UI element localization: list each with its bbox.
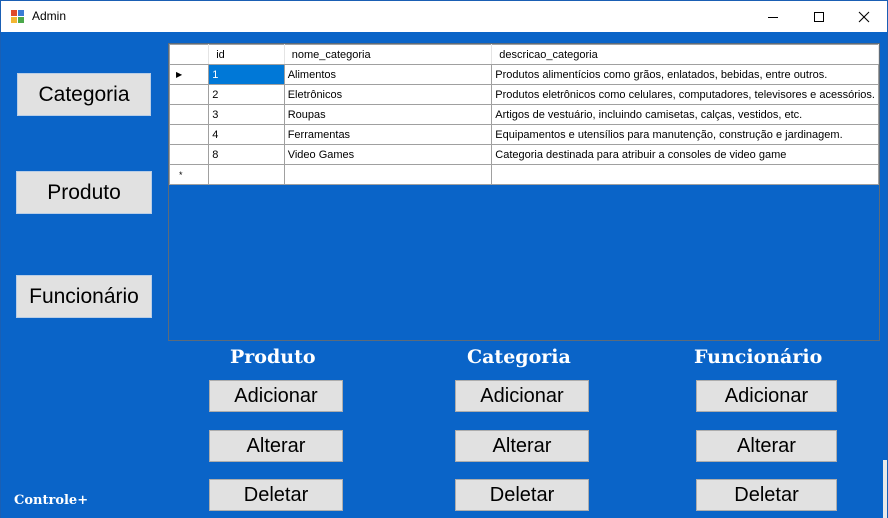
produto-nav-button[interactable]: Produto (16, 171, 152, 214)
title-bar[interactable]: Admin (1, 1, 887, 32)
categoria-adicionar-button[interactable]: Adicionar (455, 380, 589, 412)
brand-label: Controle+ (14, 493, 89, 508)
minimize-icon (768, 16, 778, 18)
cell-nome-categoria[interactable]: Ferramentas (283, 124, 493, 145)
new-cell-descricao-categoria[interactable] (491, 164, 879, 185)
cell-id[interactable]: 3 (208, 104, 285, 125)
categoria-deletar-button[interactable]: Deletar (455, 479, 589, 511)
column-header-id[interactable]: id (208, 44, 285, 65)
funcionario-section-title: Funcionário (694, 346, 823, 368)
close-icon (858, 11, 870, 22)
app-icon (11, 10, 25, 23)
produto-adicionar-button[interactable]: Adicionar (209, 380, 343, 412)
cell-descricao-categoria[interactable]: Produtos eletrônicos como celulares, com… (491, 84, 879, 105)
row-header[interactable] (168, 104, 210, 125)
cell-nome-categoria[interactable]: Roupas (283, 104, 493, 125)
grid-table[interactable]: id nome_categoria descricao_categoria ▶ … (168, 44, 879, 185)
funcionario-adicionar-button[interactable]: Adicionar (696, 380, 837, 412)
new-row-asterisk-icon[interactable]: * (168, 164, 210, 185)
cell-id[interactable]: 1 (208, 64, 285, 85)
cell-nome-categoria[interactable]: Video Games (283, 144, 493, 165)
table-row[interactable]: ▶ 1 Alimentos Produtos alimentícios como… (168, 64, 879, 85)
window-title: Admin (32, 9, 67, 23)
grid-corner-header[interactable] (168, 44, 210, 65)
cell-nome-categoria[interactable]: Eletrônicos (283, 84, 493, 105)
table-row[interactable]: 8 Video Games Categoria destinada para a… (168, 144, 879, 165)
grid-header-row: id nome_categoria descricao_categoria (168, 44, 879, 65)
row-header[interactable] (168, 84, 210, 105)
admin-window: Admin Categoria Produto Funcionário id n… (0, 0, 888, 518)
table-row[interactable]: 3 Roupas Artigos de vestuário, incluindo… (168, 104, 879, 125)
cell-descricao-categoria[interactable]: Produtos alimentícios como grãos, enlata… (491, 64, 879, 85)
minimize-button[interactable] (750, 1, 796, 32)
cell-nome-categoria[interactable]: Alimentos (283, 64, 493, 85)
categoria-data-grid[interactable]: id nome_categoria descricao_categoria ▶ … (168, 43, 880, 341)
funcionario-alterar-button[interactable]: Alterar (696, 430, 837, 462)
funcionario-nav-button[interactable]: Funcionário (16, 275, 152, 318)
produto-alterar-button[interactable]: Alterar (209, 430, 343, 462)
maximize-icon (814, 11, 824, 22)
categoria-nav-button[interactable]: Categoria (17, 73, 151, 116)
new-cell-id[interactable] (208, 164, 285, 185)
close-button[interactable] (841, 1, 887, 32)
produto-section-title: Produto (230, 346, 316, 368)
table-row[interactable]: 2 Eletrônicos Produtos eletrônicos como … (168, 84, 879, 105)
categoria-alterar-button[interactable]: Alterar (455, 430, 589, 462)
new-cell-nome-categoria[interactable] (283, 164, 493, 185)
row-header[interactable] (168, 124, 210, 145)
cell-descricao-categoria[interactable]: Equipamentos e utensílios para manutençã… (491, 124, 879, 145)
client-area: Categoria Produto Funcionário id nome_ca… (1, 32, 887, 518)
cell-descricao-categoria[interactable]: Artigos de vestuário, incluindo camiseta… (491, 104, 879, 125)
produto-deletar-button[interactable]: Deletar (209, 479, 343, 511)
column-header-descricao-categoria[interactable]: descricao_categoria (491, 44, 879, 65)
cell-id[interactable]: 4 (208, 124, 285, 145)
cell-id[interactable]: 2 (208, 84, 285, 105)
funcionario-deletar-button[interactable]: Deletar (696, 479, 837, 511)
maximize-button[interactable] (796, 1, 842, 32)
categoria-section-title: Categoria (467, 346, 571, 368)
window-edge-strip (883, 460, 887, 518)
column-header-nome-categoria[interactable]: nome_categoria (283, 44, 493, 65)
cell-id[interactable]: 8 (208, 144, 285, 165)
current-row-indicator-icon[interactable]: ▶ (168, 64, 210, 85)
new-row[interactable]: * (168, 164, 879, 185)
cell-descricao-categoria[interactable]: Categoria destinada para atribuir a cons… (491, 144, 879, 165)
table-row[interactable]: 4 Ferramentas Equipamentos e utensílios … (168, 124, 879, 145)
row-header[interactable] (168, 144, 210, 165)
